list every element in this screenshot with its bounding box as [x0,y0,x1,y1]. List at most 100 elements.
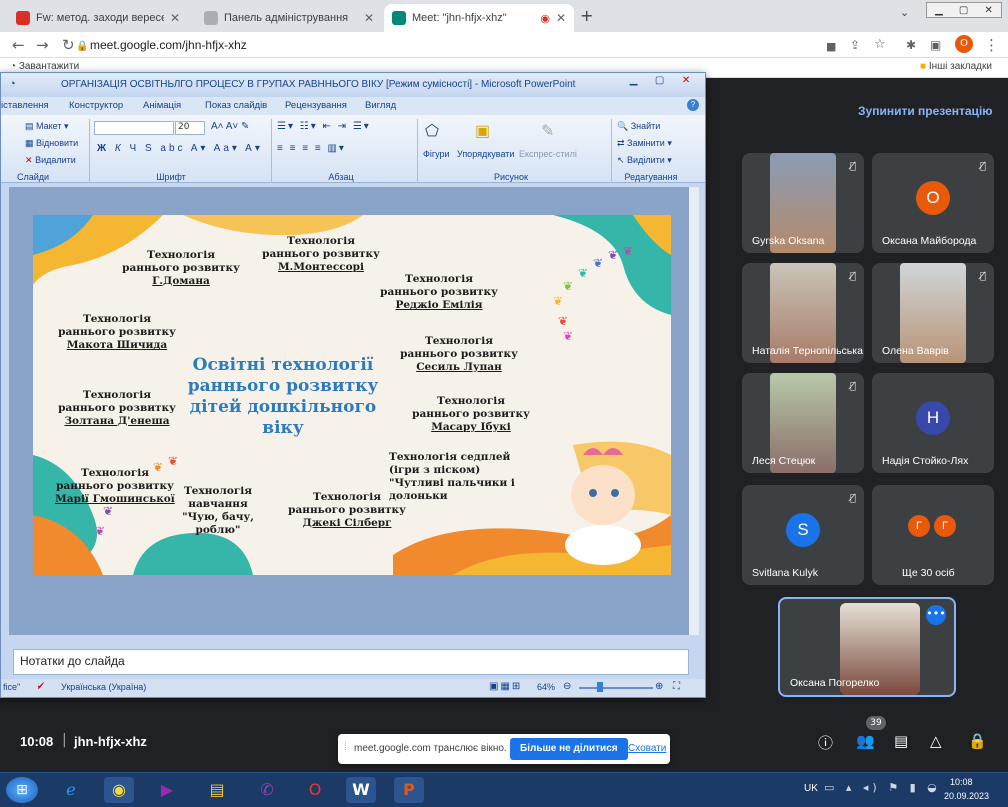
tab-animation[interactable]: Анімація [143,100,181,111]
chat-icon[interactable]: ▤ [894,732,908,750]
ppt-ribbon-tabs: іставлення Конструктор Анімація Показ сл… [1,97,705,115]
tab-design[interactable]: Конструктор [69,100,123,111]
extensions-icon[interactable]: ✱ [906,36,916,54]
mic-off-icon: 🎙̸ [849,271,856,282]
minimize-icon[interactable]: ▁ [630,75,638,91]
more-options-icon[interactable]: ••• [926,605,946,625]
view-buttons[interactable]: ▣▦⊞ [489,681,522,692]
stop-presenting-button[interactable]: Зупинити презентацію [858,104,993,118]
stop-sharing-button[interactable]: Більше не ділитися [510,738,628,760]
tab-admin[interactable]: Панель адміністрування ✕ [196,4,382,32]
tab-meet[interactable]: Meet: "jhn-hfjx-xhz" ◉ ✕ [384,4,574,32]
shapes-button[interactable]: Фігури [423,149,450,159]
other-bookmarks[interactable]: ■ Інші закладки [920,61,992,72]
zoom-slider-thumb[interactable] [597,682,603,692]
tab-search-icon[interactable]: ⌄ [900,6,909,19]
zoom-out-icon[interactable]: ⊖ [563,681,571,692]
people-icon[interactable]: 👥 [856,732,875,750]
zoom-level[interactable]: 64% [537,682,555,692]
word-icon[interactable]: W [346,777,376,803]
tray-icons[interactable]: ▭ ▴ ◂) ⚑ ▮ ◒ [824,781,941,794]
font-format-buttons[interactable]: Ж К Ч S abc A▾ Aa▾ A▾ [97,143,263,154]
close-icon[interactable]: ✕ [170,11,180,25]
participant-tile[interactable]: Н Надія Стойко-Лях [872,373,994,473]
delete-button[interactable]: ✕ Видалити [25,155,76,166]
reset-button[interactable]: ▦ Відновити [25,138,78,149]
close-icon[interactable]: ✕ [556,11,566,25]
chrome-icon[interactable]: ◉ [104,777,134,803]
vertical-scrollbar[interactable] [689,187,699,635]
slide-canvas[interactable]: ❦ ❦ ❦ ❦ ❦ ❦ ❦ ❦ ❦ ❦ ❦ ❦ Освітні технології ран… [33,215,671,575]
zoom-slider[interactable] [579,687,653,689]
ppt-window-controls[interactable]: ▁ ▢ ✕ [621,75,699,91]
explorer-icon[interactable]: ▤ [202,777,232,803]
reload-icon[interactable]: ↻ [62,36,75,54]
spellcheck-icon[interactable]: ✔̸ [37,681,45,692]
info-icon[interactable]: ⓘ [818,732,833,753]
restore-icon[interactable]: ▢ [655,75,664,91]
participant-tile[interactable]: 🎙̸ Наталія Тернопільська [742,263,864,363]
menu-icon[interactable]: ⋮ [984,36,999,54]
input-language[interactable]: UK [804,783,818,794]
find-button[interactable]: 🔍 Знайти [617,121,660,132]
maximize-icon[interactable]: ▢ [959,5,968,16]
participant-tile[interactable]: 🎙̸ Леся Стецюк [742,373,864,473]
tab-slideshow[interactable]: Показ слайдів [205,100,267,111]
share-icon[interactable]: ⇪ [850,36,860,54]
participant-tile[interactable]: О 🎙̸ Оксана Майборода [872,153,994,253]
avatar: S [786,513,820,547]
window-controls[interactable]: ▁ ▢ ✕ [926,2,1002,18]
help-icon[interactable]: ? [687,99,699,111]
tab-view[interactable]: Вигляд [365,100,396,111]
ie-icon[interactable]: ℯ [56,777,86,803]
star-icon[interactable]: ☆ [874,36,886,54]
bookmark-download[interactable]: ◔ Завантажити [10,61,79,72]
ribbon-separator [611,119,612,183]
clock-time[interactable]: 10:08 [950,777,973,787]
participant-tile[interactable]: 🎙̸ Олена Ваврів [872,263,994,363]
camera-icon[interactable]: ■ [826,38,836,56]
arrange-button[interactable]: Упорядкувати [457,149,514,159]
tab-mail[interactable]: Fw: метод. заходи вересень23 - ✕ [8,4,188,32]
fit-slide-icon[interactable]: ⛶ [673,681,680,692]
quick-styles-button[interactable]: Експрес-стилі [519,149,577,159]
address-bar[interactable]: meet.google.com/jhn-hfjx-xhz [90,36,247,54]
sidepanel-icon[interactable]: ▣ [930,36,941,54]
align-buttons[interactable]: ≡ ≡ ≡ ≡ ▥▾ [277,143,346,154]
font-name-select[interactable] [94,121,174,135]
self-view-tile[interactable]: ••• Оксана Погорелко [778,597,956,697]
opera-icon[interactable]: O [300,777,330,803]
activities-icon[interactable]: △ [930,732,942,750]
participant-tile[interactable]: S 🎙̸ Svitlana Kulyk [742,485,864,585]
font-grow-shrink[interactable]: A˄ A˅ ✎ [211,121,249,132]
clock-date[interactable]: 20.09.2023 [944,791,989,801]
tab-insert[interactable]: іставлення [1,100,49,111]
tab-review[interactable]: Рецензування [285,100,347,111]
list-buttons[interactable]: ☰▾ ☷▾ ⇤ ⇥ ☰▾ [277,121,371,132]
more-participants-tile[interactable]: Г Г Ще 30 осіб [872,485,994,585]
start-button[interactable]: ⊞ [6,777,38,803]
select-button[interactable]: ↖ Виділити ▾ [617,155,672,166]
powerpoint-icon[interactable]: P [394,777,424,803]
status-language[interactable]: Українська (Україна) [61,682,146,692]
profile-avatar[interactable]: О [955,35,973,53]
host-controls-icon[interactable]: 🔒 [968,732,987,750]
replace-button[interactable]: ⇄ Замінити ▾ [617,138,672,149]
close-window-icon[interactable]: ✕ [682,75,690,91]
minimize-icon[interactable]: ▁ [935,5,943,16]
hide-button[interactable]: Сховати [628,743,666,754]
layout-button[interactable]: ▤ Макет ▾ [25,121,69,132]
avatar: Н [916,401,950,435]
forward-icon[interactable]: → [36,36,49,54]
participant-tile[interactable]: 🎙̸ Gyrska Oksana [742,153,864,253]
viber-icon[interactable]: ✆ [252,777,282,803]
close-window-icon[interactable]: ✕ [985,5,993,16]
back-icon[interactable]: ← [12,36,25,54]
media-player-icon[interactable]: ▶ [152,777,182,803]
zoom-in-icon[interactable]: ⊕ [655,681,663,692]
close-icon[interactable]: ✕ [364,11,374,25]
slide-notes[interactable]: Нотатки до слайда [13,649,689,675]
drag-handle-icon[interactable]: ⁞ [344,742,347,753]
new-tab-button[interactable]: + [580,6,593,25]
font-size-select[interactable]: 20 [175,121,205,135]
